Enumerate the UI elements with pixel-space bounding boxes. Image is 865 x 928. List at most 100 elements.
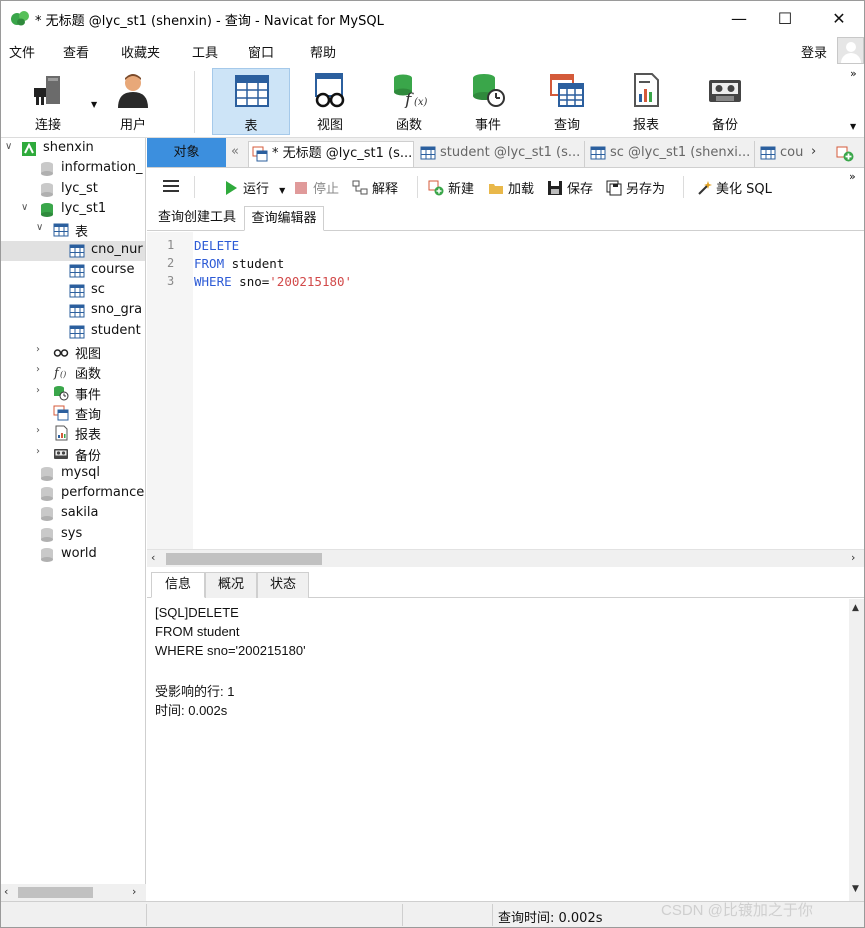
database-icon <box>39 547 55 563</box>
tree-item-mysql[interactable]: mysql <box>1 464 145 484</box>
toolbar-query-button[interactable]: 查询 <box>528 68 606 135</box>
tab-summary[interactable]: 概况 <box>205 572 257 598</box>
toolbar-overflow-button[interactable]: » <box>850 67 857 80</box>
toolbar-view-button[interactable]: 视图 <box>291 68 369 135</box>
menu-favorites[interactable]: 收藏夹 <box>121 42 160 61</box>
tab-objects[interactable]: 对象 <box>147 138 226 167</box>
chevron-right-icon[interactable]: › <box>36 446 40 457</box>
document-tab-strip: 对象 « * 无标题 @lyc_st1 (s... student @lyc_s… <box>147 138 864 168</box>
close-button[interactable]: ✕ <box>816 1 862 35</box>
tree-item-cno_nur[interactable]: cno_nur <box>1 240 145 261</box>
run-button[interactable]: 运行 ▼ <box>223 178 285 197</box>
chevron-right-icon[interactable]: › <box>36 344 40 355</box>
tab-status[interactable]: 状态 <box>257 572 309 598</box>
tab-scroll-left-icon[interactable]: « <box>231 144 239 159</box>
menu-tools[interactable]: 工具 <box>192 42 218 61</box>
save-as-label: 另存为 <box>626 182 666 197</box>
toolbar-report-button[interactable]: 报表 <box>607 68 685 135</box>
query-toolbar-overflow-button[interactable]: » <box>849 170 856 183</box>
tab-scroll-right-icon[interactable]: › <box>811 144 816 159</box>
save-button[interactable]: 保存 <box>547 178 593 197</box>
tree-item-performance[interactable]: performance <box>1 484 145 504</box>
scroll-thumb[interactable] <box>18 887 93 898</box>
tab-student[interactable]: student @lyc_st1 (s... <box>417 141 585 167</box>
chevron-down-icon[interactable]: ▼ <box>850 122 856 131</box>
chevron-right-icon[interactable]: › <box>36 364 40 375</box>
scroll-thumb[interactable] <box>166 553 322 565</box>
maximize-button[interactable]: ☐ <box>762 1 808 35</box>
toolbar-connect-button[interactable]: ▼ 连接 <box>9 68 97 135</box>
editor-horizontal-scrollbar[interactable]: ‹ › <box>147 549 864 567</box>
sql-editor[interactable]: 1 2 3 DELETE FROM student WHERE sno='200… <box>147 232 864 549</box>
tree-item-shenxin[interactable]: ∨ shenxin <box>1 139 145 159</box>
database-icon <box>39 506 55 522</box>
tree-item-world[interactable]: world <box>1 545 145 565</box>
toolbar-backup-button[interactable]: 备份 <box>686 68 764 135</box>
function-icon: f (x) <box>394 74 427 108</box>
menu-help[interactable]: 帮助 <box>310 42 336 61</box>
scroll-down-icon[interactable]: ▼ <box>852 884 859 894</box>
tab-query-builder[interactable]: 查询创建工具 <box>151 206 243 231</box>
tree-item-lyc_st1[interactable]: ∨ lyc_st1 <box>1 200 145 220</box>
tab-course[interactable]: cou <box>757 141 805 167</box>
tree-item-备份[interactable]: › 备份 <box>1 444 145 464</box>
scroll-right-icon[interactable]: › <box>132 885 136 898</box>
save-as-button[interactable]: 另存为 <box>606 178 665 197</box>
tree-item-sc[interactable]: sc <box>1 281 145 301</box>
menu-view[interactable]: 查看 <box>63 42 89 61</box>
new-tab-icon[interactable] <box>836 144 854 162</box>
toolbar-table-button[interactable]: 表 <box>212 68 290 135</box>
tree-item-sakila[interactable]: sakila <box>1 504 145 524</box>
chevron-down-icon[interactable]: ∨ <box>36 222 43 233</box>
tree-item-sys[interactable]: sys <box>1 525 145 545</box>
chevron-down-icon[interactable]: ▼ <box>279 186 285 195</box>
beautify-sql-button[interactable]: 美化 SQL <box>696 178 772 197</box>
chevron-down-icon[interactable]: ∨ <box>5 141 12 152</box>
toolbar-user-button[interactable]: 用户 <box>94 68 172 135</box>
explain-button[interactable]: 解释 <box>352 178 398 197</box>
tab-query-editor[interactable]: 查询编辑器 <box>244 206 324 231</box>
tree-item-sno_gra[interactable]: sno_gra <box>1 301 145 321</box>
menu-window[interactable]: 窗口 <box>248 42 274 61</box>
login-avatar[interactable] <box>837 37 864 64</box>
toolbar-function-button[interactable]: f (x) 函数 <box>370 68 448 135</box>
tree-item-事件[interactable]: › 事件 <box>1 383 145 403</box>
tab-label: cou <box>780 145 804 160</box>
save-icon <box>548 181 562 195</box>
tree-item-label: 函数 <box>75 367 102 383</box>
tree-item-报表[interactable]: › 报表 <box>1 423 145 443</box>
scroll-left-icon[interactable]: ‹ <box>151 551 155 564</box>
chevron-right-icon[interactable]: › <box>36 385 40 396</box>
tree-item-lyc_st[interactable]: lyc_st <box>1 180 145 200</box>
run-label: 运行 <box>243 182 270 197</box>
tree-item-表[interactable]: ∨ 表 <box>1 220 145 240</box>
tree-item-information_[interactable]: information_ <box>1 159 145 179</box>
chevron-right-icon[interactable]: › <box>36 425 40 436</box>
chevron-down-icon[interactable]: ∨ <box>21 202 28 213</box>
output-vertical-scrollbar[interactable]: ▲ ▼ <box>849 599 864 901</box>
toolbar-table-label: 表 <box>244 119 258 134</box>
tree-horizontal-scrollbar[interactable]: ‹ › <box>1 884 146 901</box>
toolbar-divider <box>683 176 684 198</box>
minimize-button[interactable]: — <box>716 1 762 35</box>
tree-item-student[interactable]: student <box>1 322 145 342</box>
tab-sc[interactable]: sc @lyc_st1 (shenxi... <box>587 141 755 167</box>
toolbar-event-button[interactable]: 事件 <box>449 68 527 135</box>
menu-hamburger-icon[interactable] <box>163 180 179 192</box>
new-button[interactable]: 新建 <box>428 178 474 197</box>
tree-item-course[interactable]: course <box>1 261 145 281</box>
tab-message[interactable]: 信息 <box>151 572 205 598</box>
scroll-right-icon[interactable]: › <box>851 551 855 564</box>
scroll-left-icon[interactable]: ‹ <box>4 885 8 898</box>
tree-item-查询[interactable]: 查询 <box>1 403 145 423</box>
tab-untitled-query[interactable]: * 无标题 @lyc_st1 (s... <box>248 141 414 167</box>
table-icon <box>590 146 606 160</box>
stop-button[interactable]: 停止 <box>293 178 339 197</box>
login-link[interactable]: 登录 <box>801 42 827 61</box>
load-button[interactable]: 加载 <box>488 178 534 197</box>
scroll-up-icon[interactable]: ▲ <box>852 603 859 613</box>
tree-item-视图[interactable]: › 视图 <box>1 342 145 362</box>
menu-file[interactable]: 文件 <box>9 42 35 61</box>
load-label: 加载 <box>508 182 535 197</box>
tree-item-函数[interactable]: › f() 函数 <box>1 362 145 383</box>
